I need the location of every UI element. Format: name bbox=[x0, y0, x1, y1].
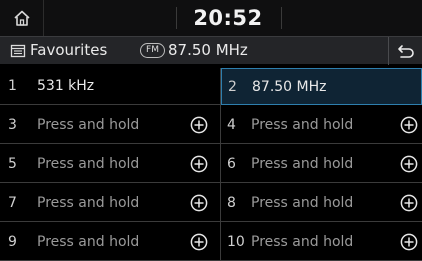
preset-number: 10 bbox=[227, 234, 245, 250]
clock: 20:52 bbox=[193, 6, 263, 30]
preset-number: 2 bbox=[228, 79, 237, 95]
preset-5[interactable]: 5 Press and hold bbox=[0, 146, 220, 183]
preset-number: 3 bbox=[8, 117, 17, 133]
preset-label: Press and hold bbox=[251, 195, 354, 211]
preset-number: 8 bbox=[227, 195, 236, 211]
preset-number: 4 bbox=[227, 117, 236, 133]
preset-1[interactable]: 1 531 kHz bbox=[0, 68, 220, 105]
preset-label: 531 kHz bbox=[37, 78, 95, 94]
preset-10[interactable]: 10 Press and hold bbox=[221, 224, 422, 261]
status-bar: 20:52 bbox=[0, 0, 422, 36]
preset-grid: 1 531 kHz 2 87.50 MHz 3 Press and hold 4 Press … bbox=[0, 68, 422, 261]
preset-8[interactable]: 8 Press and hold bbox=[221, 185, 422, 222]
title-bar: Favourites FM 87.50 MHz bbox=[0, 36, 422, 65]
preset-4[interactable]: 4 Press and hold bbox=[221, 107, 422, 144]
preset-label: Press and hold bbox=[251, 234, 354, 250]
preset-label: Press and hold bbox=[37, 195, 140, 211]
preset-9[interactable]: 9 Press and hold bbox=[0, 224, 220, 261]
preset-number: 9 bbox=[8, 234, 17, 250]
preset-label: Press and hold bbox=[251, 117, 354, 133]
home-button[interactable] bbox=[0, 0, 44, 36]
add-preset-icon[interactable] bbox=[190, 194, 208, 212]
current-frequency: 87.50 MHz bbox=[168, 41, 248, 59]
preset-number: 5 bbox=[8, 156, 17, 172]
preset-number: 1 bbox=[8, 78, 17, 94]
add-preset-icon[interactable] bbox=[400, 155, 418, 173]
preset-label: Press and hold bbox=[37, 234, 140, 250]
preset-6[interactable]: 6 Press and hold bbox=[221, 146, 422, 183]
favourites-screen: 20:52 Favourites FM 87.50 MHz 1 531 kHz 2 8… bbox=[0, 0, 422, 261]
preset-label: Press and hold bbox=[251, 156, 354, 172]
preset-2[interactable]: 2 87.50 MHz bbox=[221, 68, 422, 105]
back-arrow-icon bbox=[397, 45, 414, 58]
preset-label: Press and hold bbox=[37, 156, 140, 172]
add-preset-icon[interactable] bbox=[190, 233, 208, 251]
preset-3[interactable]: 3 Press and hold bbox=[0, 107, 220, 144]
add-preset-icon[interactable] bbox=[400, 233, 418, 251]
preset-label: Press and hold bbox=[37, 117, 140, 133]
add-preset-icon[interactable] bbox=[190, 155, 208, 173]
preset-number: 7 bbox=[8, 195, 17, 211]
page-title: Favourites bbox=[30, 41, 108, 59]
add-preset-icon[interactable] bbox=[400, 116, 418, 134]
preset-7[interactable]: 7 Press and hold bbox=[0, 185, 220, 222]
band-badge: FM bbox=[140, 43, 165, 58]
back-button[interactable] bbox=[388, 37, 422, 65]
add-preset-icon[interactable] bbox=[400, 194, 418, 212]
favourites-list-icon bbox=[10, 44, 26, 58]
status-divider bbox=[281, 7, 282, 29]
preset-number: 6 bbox=[227, 156, 236, 172]
home-icon bbox=[13, 10, 30, 26]
preset-label: 87.50 MHz bbox=[252, 79, 327, 95]
add-preset-icon[interactable] bbox=[190, 116, 208, 134]
